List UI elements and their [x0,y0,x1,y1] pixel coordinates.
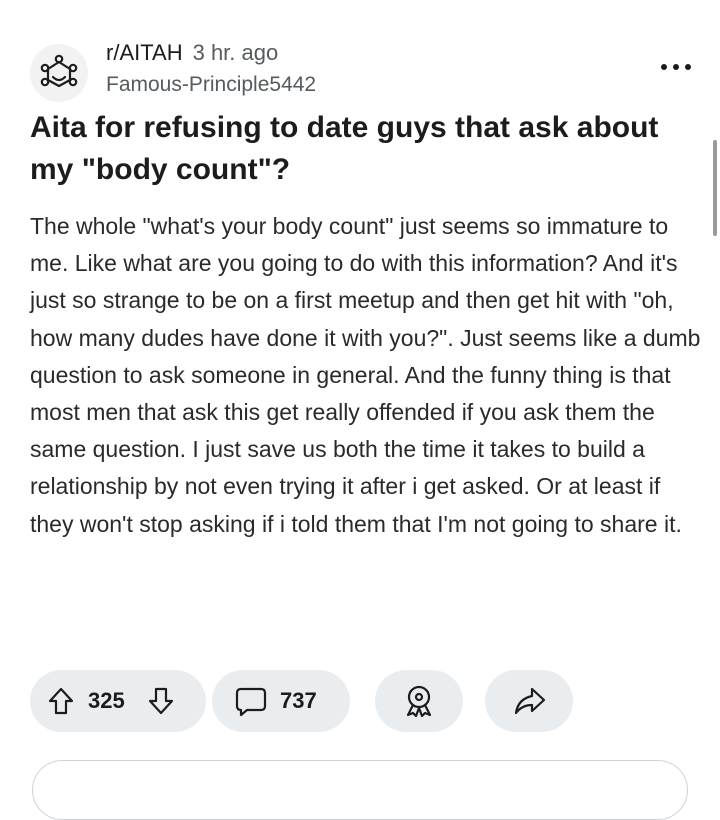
scroll-indicator[interactable] [713,140,717,236]
upvote-count: 325 [88,688,125,713]
share-button[interactable] [485,670,573,732]
more-dot [673,64,679,70]
comment-bubble-icon [235,687,267,717]
post-header: r/AITAH 3 hr. ago Famous-Principle5442 [30,36,691,102]
action-bar: 325 737 [0,670,720,736]
downvote-arrow-icon[interactable] [148,687,174,715]
more-dot [661,64,667,70]
comment-input-box[interactable] [32,760,688,820]
post-title[interactable]: Aita for refusing to date guys that ask … [30,107,690,191]
more-dot [685,64,691,70]
comments-button[interactable]: 737 [212,670,350,732]
vote-control: 325 [30,670,206,732]
more-options-icon[interactable] [658,58,694,76]
post-meta: r/AITAH 3 hr. ago [106,40,278,66]
share-arrow-icon [514,687,546,715]
upvote-arrow-icon[interactable] [48,687,74,715]
subreddit-avatar-icon[interactable] [30,44,88,102]
comment-count: 737 [280,688,317,713]
award-icon [406,685,432,718]
author-name[interactable]: Famous-Principle5442 [106,72,316,98]
post-body: The whole "what's your body count" just … [30,213,701,537]
award-button[interactable] [375,670,463,732]
subreddit-name[interactable]: r/AITAH [106,40,183,65]
post-time: 3 hr. ago [192,40,279,65]
avatar-glyph [40,54,78,88]
